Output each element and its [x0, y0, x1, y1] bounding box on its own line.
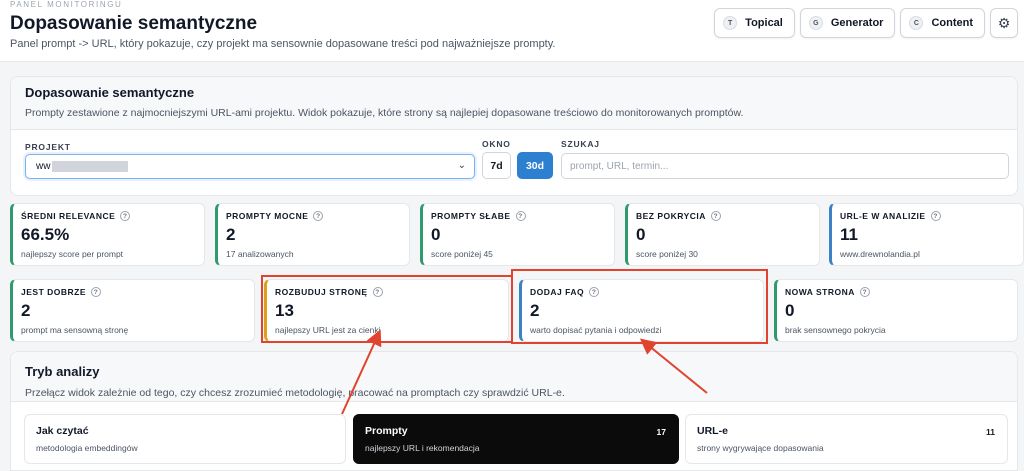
mode-title: URL-e — [697, 425, 728, 437]
stat-add-faq: DODAJ FAQ? 2 warto dopisać pytania i odp… — [519, 279, 764, 342]
stat-value: 0 — [785, 301, 795, 320]
stat-title: JEST DOBRZE — [21, 287, 87, 297]
filters-card: Dopasowanie semantyczne Prompty zestawio… — [10, 76, 1018, 196]
question-icon[interactable]: ? — [710, 211, 721, 221]
window-label: OKNO — [482, 139, 511, 149]
window-7d-button[interactable]: 7d — [482, 152, 511, 179]
project-value: ww — [36, 161, 51, 172]
gear-icon: ⚙ — [997, 14, 1011, 31]
generator-button[interactable]: G Generator — [799, 8, 896, 38]
stat-sub: warto dopisać pytania i odpowiedzi — [530, 325, 662, 335]
question-icon[interactable]: ? — [120, 211, 131, 221]
analysis-header: Tryb analizy Przełącz widok zależnie od … — [11, 352, 1017, 402]
stat-value: 2 — [21, 301, 31, 320]
project-select[interactable]: ww ⌄ — [25, 154, 475, 179]
project-label: PROJEKT — [25, 142, 71, 152]
stat-all-good: JEST DOBRZE? 2 prompt ma sensowną stronę — [10, 279, 255, 342]
stat-title: URL-E W ANALIZIE — [840, 211, 926, 221]
stat-strong-prompts: PROMPTY MOCNE? 2 17 analizowanych — [215, 203, 410, 266]
stat-value: 0 — [431, 225, 441, 244]
stat-title: BEZ POKRYCIA — [636, 211, 706, 221]
stat-title: NOWA STRONA — [785, 287, 855, 297]
page-title: Dopasowanie semantyczne — [10, 13, 258, 34]
mode-urls[interactable]: URL-e strony wygrywające dopasowania 11 — [685, 414, 1008, 464]
content-button[interactable]: C Content — [900, 8, 985, 38]
stat-average-relevance: ŚREDNI RELEVANCE? 66.5% najlepszy score … — [10, 203, 205, 266]
stat-title: PROMPTY MOCNE — [226, 211, 309, 221]
stat-sub: www.drewnolandia.pl — [840, 249, 920, 259]
stat-sub: prompt ma sensowną stronę — [21, 325, 129, 335]
settings-button[interactable]: ⚙ — [990, 8, 1018, 38]
content-badge: C — [909, 16, 924, 30]
generator-badge: G — [808, 16, 823, 30]
top-bar: PANEL MONITORINGU Dopasowanie semantyczn… — [0, 0, 1024, 62]
analysis-title: Tryb analizy — [25, 364, 100, 379]
content-label: Content — [931, 17, 973, 29]
mode-title: Prompty — [365, 425, 408, 437]
mode-count: 17 — [656, 427, 666, 437]
stat-title: ŚREDNI RELEVANCE — [21, 211, 116, 221]
stat-title: DODAJ FAQ — [530, 287, 585, 297]
topical-label: Topical — [745, 17, 783, 29]
question-icon[interactable]: ? — [930, 211, 941, 221]
stat-value: 2 — [226, 225, 236, 244]
mode-how-to-read[interactable]: Jak czytać metodologia embeddingów — [24, 414, 346, 464]
stat-value: 2 — [530, 301, 540, 320]
question-icon[interactable]: ? — [515, 211, 526, 221]
search-input[interactable] — [561, 153, 1009, 179]
stat-weak-prompts: PROMPTY SŁABE? 0 score poniżej 45 — [420, 203, 615, 266]
stat-value: 0 — [636, 225, 646, 244]
stat-new-page: NOWA STRONA? 0 brak sensownego pokrycia — [774, 279, 1018, 342]
mode-sub: najlepszy URL i rekomendacja — [365, 443, 480, 453]
nav-buttons: T Topical G Generator C Content ⚙ — [714, 8, 1018, 38]
stat-sub: score poniżej 45 — [431, 249, 493, 259]
stat-sub: najlepszy URL jest za cienki — [275, 325, 381, 335]
question-icon[interactable]: ? — [313, 211, 324, 221]
stat-urls-in-analysis: URL-E W ANALIZIE? 11 www.drewnolandia.pl — [829, 203, 1024, 266]
chevron-down-icon: ⌄ — [457, 160, 466, 171]
question-icon[interactable]: ? — [372, 287, 383, 297]
window-30d-button[interactable]: 30d — [517, 152, 553, 179]
topical-badge: T — [723, 16, 738, 30]
stat-sub: score poniżej 30 — [636, 249, 698, 259]
eyebrow-label: PANEL MONITORINGU — [10, 0, 123, 9]
page-subtitle: Panel prompt -> URL, który pokazuje, czy… — [10, 38, 556, 50]
stat-expand-page: ROZBUDUJ STRONĘ? 13 najlepszy URL jest z… — [264, 279, 509, 342]
mode-prompts[interactable]: Prompty najlepszy URL i rekomendacja 17 — [353, 414, 679, 464]
stat-title: ROZBUDUJ STRONĘ — [275, 287, 368, 297]
search-label: SZUKAJ — [561, 139, 600, 149]
mode-count: 11 — [986, 427, 995, 437]
stat-no-coverage: BEZ POKRYCIA? 0 score poniżej 30 — [625, 203, 820, 266]
filters-description: Prompty zestawione z najmocniejszymi URL… — [25, 107, 744, 119]
topical-button[interactable]: T Topical — [714, 8, 795, 38]
redacted-block — [52, 161, 129, 172]
stat-sub: 17 analizowanych — [226, 249, 294, 259]
mode-sub: strony wygrywające dopasowania — [697, 443, 824, 453]
stat-sub: brak sensownego pokrycia — [785, 325, 886, 335]
stat-title: PROMPTY SŁABE — [431, 211, 511, 221]
mode-sub: metodologia embeddingów — [36, 443, 138, 453]
question-icon[interactable]: ? — [91, 287, 102, 297]
question-icon[interactable]: ? — [589, 287, 600, 297]
filters-header: Dopasowanie semantyczne Prompty zestawio… — [11, 77, 1017, 130]
analysis-description: Przełącz widok zależnie od tego, czy chc… — [25, 387, 565, 399]
stat-sub: najlepszy score per prompt — [21, 249, 124, 259]
stat-value: 66.5% — [21, 225, 70, 244]
mode-title: Jak czytać — [36, 425, 89, 437]
stat-value: 11 — [840, 225, 858, 244]
question-icon[interactable]: ? — [859, 287, 870, 297]
stat-value: 13 — [275, 301, 294, 320]
generator-label: Generator — [830, 17, 884, 29]
filters-title: Dopasowanie semantyczne — [25, 85, 195, 100]
